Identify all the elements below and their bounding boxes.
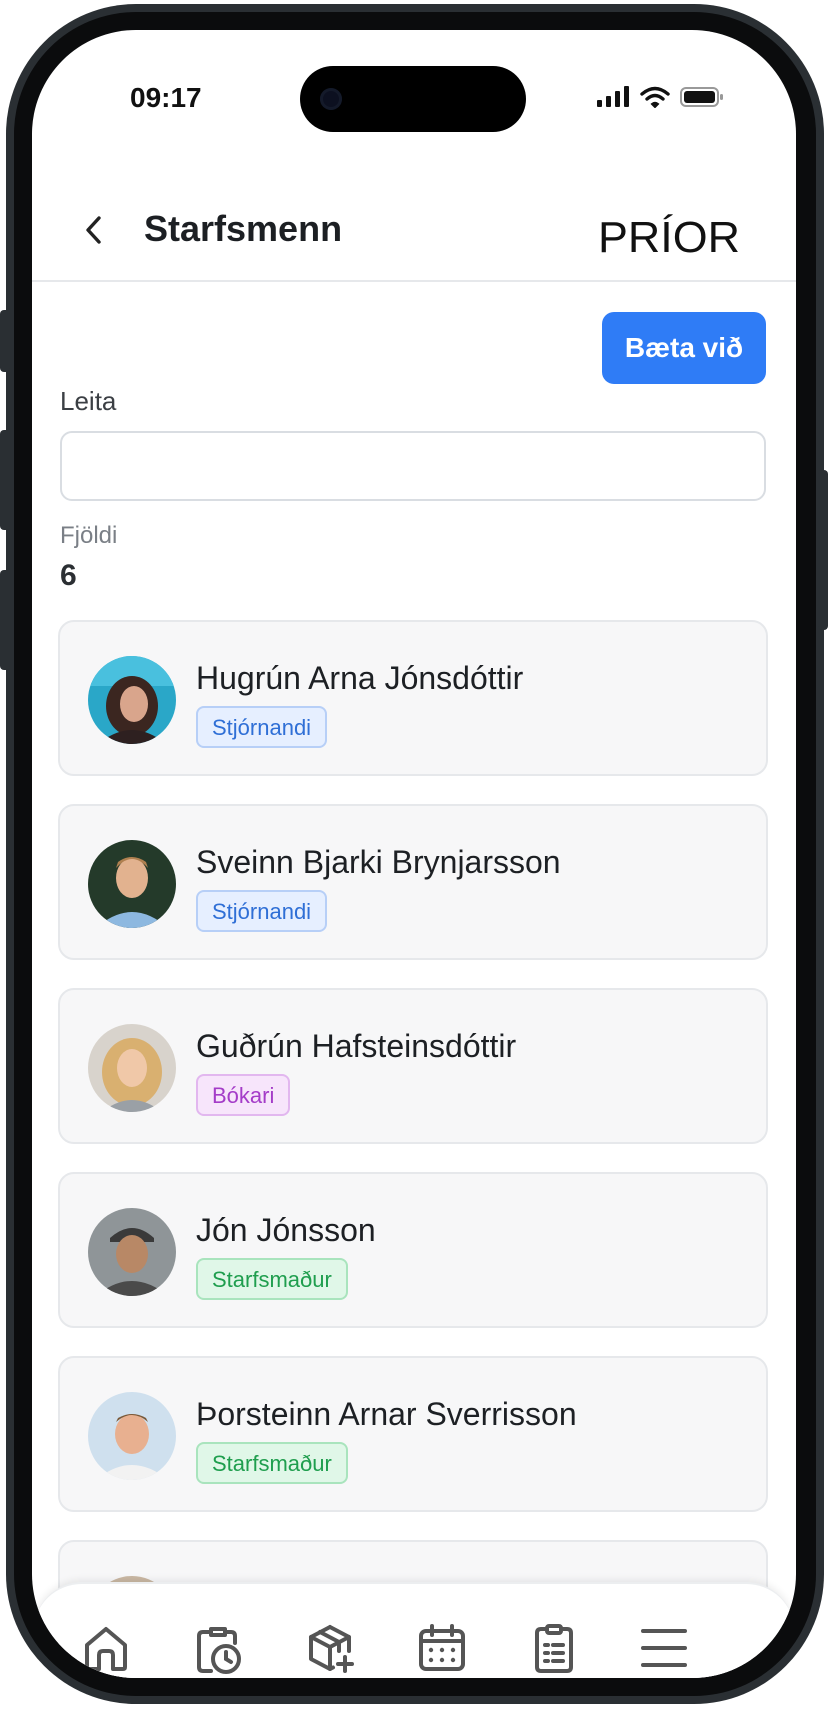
role-badge: Bókari xyxy=(196,1074,291,1116)
nav-time-tracking[interactable] xyxy=(188,1618,248,1678)
employee-name: Sveinn Bjarki Brynjarsson xyxy=(196,844,561,880)
page-title: Starfsmenn xyxy=(144,208,343,249)
employee-card[interactable]: Hugrún Arna Jónsdóttir Stjórnandi xyxy=(58,620,768,776)
employee-card[interactable]: Sveinn Bjarki Brynjarsson Stjórnandi xyxy=(58,804,768,960)
clipboard-clock-icon xyxy=(197,1627,241,1674)
battery-icon xyxy=(680,87,723,107)
volume-down-button xyxy=(0,570,10,670)
wifi-icon xyxy=(640,86,670,108)
employee-list: Hugrún Arna Jónsdóttir Stjórnandi Sveinn… xyxy=(58,620,768,1678)
volume-up-button xyxy=(0,430,10,530)
search-input[interactable] xyxy=(60,431,766,501)
status-time: 09:17 xyxy=(130,82,202,113)
employee-card[interactable]: Þorsteinn Arnar Sverrisson Starfsmaður xyxy=(58,1356,768,1512)
role-badge: Starfsmaður xyxy=(196,1258,348,1300)
chevron-left-icon xyxy=(86,216,101,244)
nav-home[interactable] xyxy=(76,1618,136,1678)
avatar xyxy=(88,1392,176,1480)
action-button xyxy=(0,310,10,372)
avatar xyxy=(88,656,176,744)
nav-materials[interactable] xyxy=(300,1618,360,1678)
add-employee-button[interactable]: Bæta við xyxy=(602,312,766,384)
bottom-nav xyxy=(34,1582,794,1678)
search-label: Leita xyxy=(60,386,117,416)
role-badge: Stjórnandi xyxy=(196,706,328,748)
employee-name: Þorsteinn Arnar Sverrisson xyxy=(196,1396,577,1432)
avatar xyxy=(88,1024,176,1112)
employee-card[interactable]: Guðrún Hafsteinsdóttir Bókari xyxy=(58,988,768,1144)
dynamic-island xyxy=(300,66,526,132)
employee-name: Jón Jónsson xyxy=(196,1212,376,1248)
employee-name: Hugrún Arna Jónsdóttir xyxy=(196,660,524,696)
employee-name: Guðrún Hafsteinsdóttir xyxy=(196,1028,517,1064)
checklist-icon xyxy=(535,1624,573,1673)
home-icon xyxy=(85,1627,127,1671)
nav-calendar[interactable] xyxy=(412,1618,472,1678)
app-header: Starfsmenn PRÍOR xyxy=(32,180,796,282)
power-button xyxy=(818,470,828,630)
app-screen: 09:17 Starfsmenn PRÍOR Bæta við Leita Fj… xyxy=(32,30,796,1678)
package-add-icon xyxy=(309,1625,354,1673)
count-value: 6 xyxy=(60,559,77,592)
signal-icon xyxy=(597,86,629,107)
role-badge: Starfsmaður xyxy=(196,1442,348,1484)
avatar xyxy=(88,1208,176,1296)
status-icons xyxy=(596,86,724,108)
count-label: Fjöldi xyxy=(60,522,118,549)
prior-logo: PRÍOR xyxy=(598,213,740,260)
avatar xyxy=(88,840,176,928)
calendar-icon xyxy=(419,1624,465,1671)
employee-card[interactable]: Jón Jónsson Starfsmaður xyxy=(58,1172,768,1328)
role-badge: Stjórnandi xyxy=(196,890,328,932)
nav-tasks[interactable] xyxy=(524,1618,584,1678)
nav-menu[interactable] xyxy=(634,1618,694,1678)
menu-icon xyxy=(641,1629,687,1667)
back-button[interactable] xyxy=(72,208,116,252)
logo-text: PRÍOR xyxy=(598,213,740,260)
